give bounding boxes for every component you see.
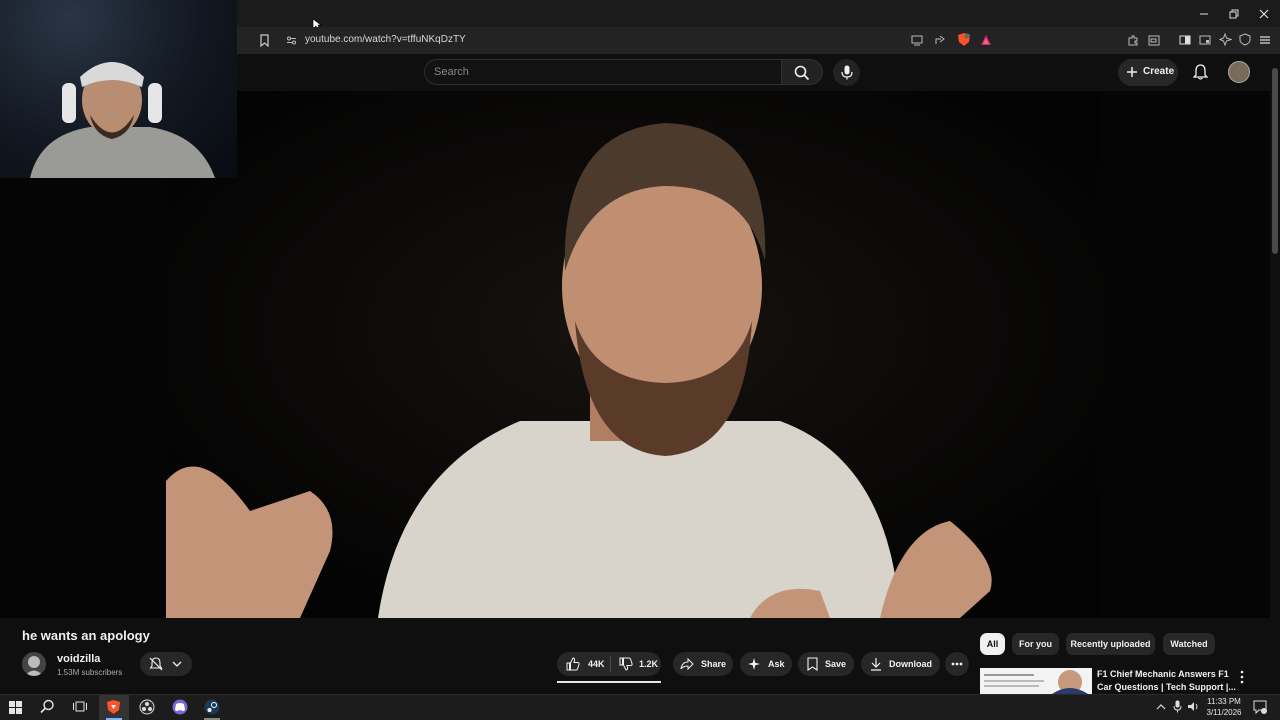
notification-center-icon[interactable] xyxy=(1253,700,1267,714)
more-vertical-icon[interactable] xyxy=(1240,670,1244,684)
download-icon xyxy=(871,658,881,671)
search-button[interactable] xyxy=(781,59,823,85)
recommendation-title-line-1: F1 Chief Mechanic Answers F1 xyxy=(1097,669,1229,679)
channel-name[interactable]: voidzilla xyxy=(57,653,100,665)
dislike-count: 1.2K xyxy=(639,659,659,669)
webcam-overlay xyxy=(0,0,237,178)
restore-icon[interactable] xyxy=(1228,8,1240,20)
account-avatar[interactable] xyxy=(1228,61,1250,83)
tray-microphone-icon[interactable] xyxy=(1173,700,1182,713)
bookmark-icon[interactable] xyxy=(259,34,270,47)
chip-recently-uploaded[interactable]: Recently uploaded xyxy=(1066,633,1155,655)
wallet-icon[interactable] xyxy=(1148,34,1160,46)
brave-browser-icon[interactable] xyxy=(106,699,121,715)
clock-time[interactable]: 11:33 PM xyxy=(1206,697,1242,706)
ask-button[interactable]: Ask xyxy=(740,652,792,676)
channel-avatar-image xyxy=(25,656,43,676)
search-input[interactable] xyxy=(424,59,781,85)
menu-icon[interactable] xyxy=(1259,34,1271,46)
discord-icon[interactable] xyxy=(172,699,188,715)
chip-for-you[interactable]: For you xyxy=(1012,633,1059,655)
scrollbar-thumb[interactable] xyxy=(1272,68,1278,254)
chip-watched[interactable]: Watched xyxy=(1163,633,1215,655)
sidebar-icon[interactable] xyxy=(1179,34,1191,46)
sparkle-icon xyxy=(748,658,760,670)
microphone-icon xyxy=(841,65,853,80)
channel-avatar[interactable] xyxy=(22,652,46,676)
vpn-icon[interactable] xyxy=(1239,33,1251,46)
thumbs-up-icon xyxy=(566,657,580,671)
chevron-down-icon xyxy=(172,661,182,667)
save-playlist-icon xyxy=(807,657,818,671)
video-title: he wants an apology xyxy=(22,628,150,643)
brave-rewards-icon[interactable] xyxy=(980,34,992,46)
more-horizontal-icon xyxy=(951,662,963,666)
save-button[interactable]: Save xyxy=(798,652,854,676)
plus-icon xyxy=(1127,67,1137,77)
reader-icon[interactable] xyxy=(1199,34,1211,46)
voice-search-button[interactable] xyxy=(833,59,860,86)
share-button[interactable]: Share xyxy=(673,652,733,676)
leo-ai-icon[interactable] xyxy=(1219,33,1232,46)
brave-shields-icon[interactable] xyxy=(957,32,971,47)
search-placeholder: Search xyxy=(434,66,469,78)
like-count: 44K xyxy=(588,659,605,669)
windows-taskbar xyxy=(0,694,1280,720)
download-button[interactable]: Download xyxy=(861,652,940,676)
share-page-icon[interactable] xyxy=(934,34,946,46)
dislike-button[interactable]: 1.2K xyxy=(615,652,661,676)
like-ratio-bar xyxy=(557,681,661,683)
site-settings-icon[interactable] xyxy=(286,35,297,46)
volume-icon[interactable] xyxy=(1187,701,1199,712)
close-icon[interactable] xyxy=(1258,8,1270,20)
notifications-bell-icon[interactable] xyxy=(1193,64,1208,80)
subscription-notification-button[interactable] xyxy=(140,652,192,676)
minimize-icon[interactable] xyxy=(1198,8,1210,20)
browser-titlebar xyxy=(237,0,1280,27)
cast-icon[interactable] xyxy=(911,34,923,46)
share-icon xyxy=(680,658,694,670)
ask-label: Ask xyxy=(768,659,785,669)
thumbnail-image xyxy=(980,668,1092,694)
like-button[interactable]: 44K xyxy=(562,652,610,676)
streamer-image xyxy=(30,62,215,178)
system-tray-chevron-icon[interactable] xyxy=(1156,703,1166,710)
url-field[interactable]: youtube.com/watch?v=tffuNKqDzTY xyxy=(305,34,466,46)
chip-all[interactable]: All xyxy=(980,633,1005,655)
search-icon xyxy=(794,65,810,81)
notifications-off-icon xyxy=(149,657,163,671)
create-label: Create xyxy=(1143,66,1175,77)
extensions-icon[interactable] xyxy=(1127,34,1139,46)
taskbar-search-icon[interactable] xyxy=(40,699,55,714)
subscriber-count: 1.53M subscribers xyxy=(57,668,123,677)
recommendation-title-line-2: Car Questions | Tech Support |... xyxy=(1097,682,1236,692)
save-label: Save xyxy=(825,659,847,669)
download-label: Download xyxy=(889,659,932,669)
clock-date[interactable]: 3/11/2026 xyxy=(1204,708,1244,717)
share-label: Share xyxy=(701,659,727,669)
recommendation-thumbnail[interactable] xyxy=(980,668,1092,694)
more-actions-button[interactable] xyxy=(945,652,969,676)
recommendation-title[interactable]: F1 Chief Mechanic Answers F1 Car Questio… xyxy=(1097,668,1237,694)
thumbs-down-icon xyxy=(619,657,633,671)
like-divider xyxy=(610,656,611,672)
windows-start-icon[interactable] xyxy=(9,701,22,714)
obs-icon[interactable] xyxy=(139,699,155,715)
task-view-icon[interactable] xyxy=(73,700,87,713)
steam-icon[interactable] xyxy=(204,699,220,715)
